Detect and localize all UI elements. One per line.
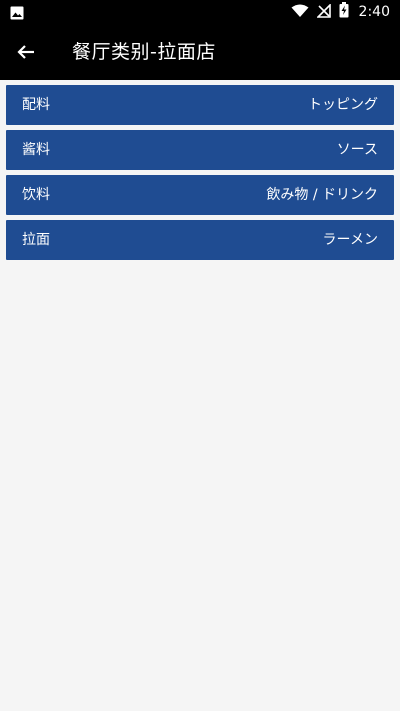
no-signal-icon <box>315 2 331 22</box>
category-jp-label: トッピング <box>308 97 378 113</box>
image-notification-icon <box>10 5 24 20</box>
list-item-drinks[interactable]: 饮料 飲み物 / ドリンク <box>6 175 394 215</box>
arrow-back-icon[interactable] <box>12 38 40 66</box>
category-jp-label: ラーメン <box>322 232 378 248</box>
category-zh-label: 饮料 <box>22 187 50 203</box>
list-item-toppings[interactable]: 配料 トッピング <box>6 85 394 125</box>
battery-charging-icon <box>339 2 349 22</box>
category-zh-label: 拉面 <box>22 232 50 248</box>
list-item-sauce[interactable]: 酱料 ソース <box>6 130 394 170</box>
status-icons: 2:40 <box>291 2 390 22</box>
page-title: 餐厅类别-拉面店 <box>72 41 216 63</box>
category-zh-label: 酱料 <box>22 142 50 158</box>
list-item-ramen[interactable]: 拉面 ラーメン <box>6 220 394 260</box>
wifi-icon <box>291 3 309 22</box>
category-list: 配料 トッピング 酱料 ソース 饮料 飲み物 / ドリンク 拉面 ラーメン <box>6 85 394 265</box>
status-bar: 2:40 <box>0 0 400 24</box>
toolbar: 餐厅类别-拉面店 <box>0 24 400 80</box>
back-button[interactable] <box>12 38 40 66</box>
category-jp-label: ソース <box>336 142 378 158</box>
category-zh-label: 配料 <box>22 97 50 113</box>
status-time: 2:40 <box>358 4 390 20</box>
category-jp-label: 飲み物 / ドリンク <box>266 187 378 203</box>
